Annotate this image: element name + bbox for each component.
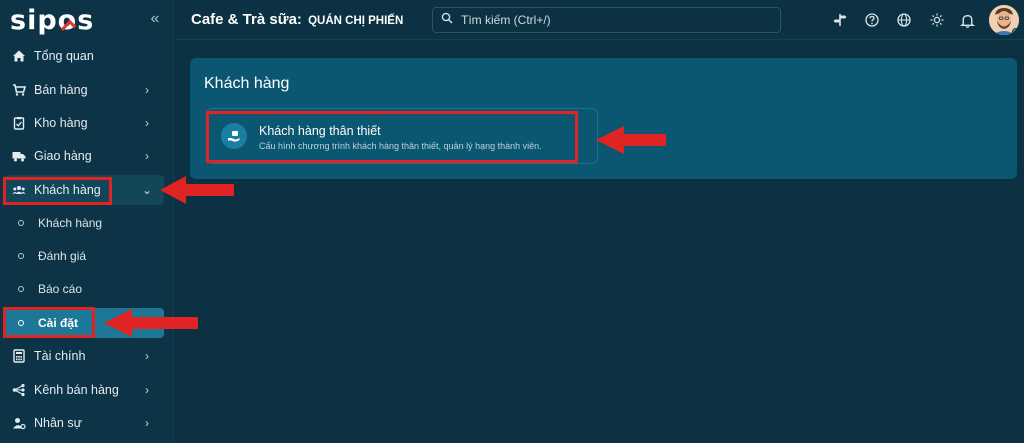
online-status-dot [1012,28,1019,35]
sidebar: sipos « Tổng quan Bán hàng › Kho hàng › … [0,0,174,443]
user-settings-icon [12,416,26,430]
avatar[interactable] [989,5,1019,35]
sidebar-subitem-khach-hang[interactable]: Khách hàng [4,208,164,238]
clipboard-icon [12,116,26,130]
sidebar-item-label: Khách hàng [34,183,101,197]
collapse-sidebar-icon[interactable]: « [146,10,164,28]
circle-bullet-icon [18,320,24,326]
cart-icon [12,83,26,97]
chevron-right-icon: › [145,149,149,163]
bell-icon[interactable] [958,11,976,29]
sidebar-subitem-bao-cao[interactable]: Báo cáo [4,274,164,304]
sidebar-item-kho-hang[interactable]: Kho hàng › [4,108,164,138]
chevron-right-icon: › [145,83,149,97]
sidebar-item-nhan-su[interactable]: Nhân sự › [4,408,164,438]
sidebar-item-label: Bán hàng [34,83,88,97]
chevron-down-icon: ⌄ [141,183,153,197]
sun-icon[interactable] [928,11,946,29]
sidebar-item-ban-hang[interactable]: Bán hàng › [4,75,164,105]
store-name-label: QUÁN CHỊ PHIẾN [308,15,404,27]
sidebar-subitem-cai-dat[interactable]: Cài đặt [4,308,164,338]
search-icon [441,11,453,29]
users-icon [12,183,26,197]
sidebar-item-label: Tổng quan [34,49,94,63]
sidebar-item-khach-hang[interactable]: Khách hàng ⌄ [4,175,164,205]
page-title: Cafe & Trà sữa: QUÁN CHỊ PHIẾN [191,11,403,28]
network-icon [12,383,26,397]
search-input[interactable]: Tìm kiếm (Ctrl+/) [432,7,781,33]
sidebar-subitem-label: Báo cáo [38,282,83,296]
chevron-right-icon: › [145,349,149,363]
sidebar-subitem-danh-gia[interactable]: Đánh giá [4,241,164,271]
sidebar-item-kenh-ban-hang[interactable]: Kênh bán hàng › [4,375,164,405]
chevron-right-icon: › [145,116,149,130]
sidebar-item-label: Tài chính [34,349,86,363]
circle-bullet-icon [18,253,24,259]
chevron-right-icon: › [145,383,149,397]
circle-bullet-icon [18,286,24,292]
search-placeholder: Tìm kiếm (Ctrl+/) [461,13,551,27]
sipos-logo[interactable]: sipos [10,6,94,36]
section-title: Khách hàng [204,75,290,92]
tile-description: Cấu hình chương trình khách hàng thân th… [259,141,542,151]
sidebar-subitem-label: Khách hàng [38,216,103,230]
customer-settings-card: Khách hàng Khách hàng thân thiết Cấu hìn… [190,58,1017,179]
circle-bullet-icon [18,220,24,226]
sidebar-item-label: Kho hàng [34,116,88,130]
chevron-right-icon: › [145,416,149,430]
help-icon[interactable] [863,11,881,29]
sidebar-item-label: Nhân sự [34,416,82,430]
truck-icon [12,149,26,163]
loyal-customer-setting-tile[interactable]: Khách hàng thân thiết Cấu hình chương tr… [206,108,598,164]
calculator-icon [12,349,26,363]
sidebar-subitem-label: Cài đặt [38,316,79,330]
signpost-icon[interactable] [831,11,849,29]
sidebar-subitem-label: Đánh giá [38,249,87,263]
globe-icon[interactable] [895,11,913,29]
sidebar-item-label: Giao hàng [34,149,92,163]
home-icon [12,49,26,63]
hand-heart-icon [221,123,247,149]
sidebar-item-label: Kênh bán hàng [34,383,119,397]
sidebar-item-giao-hang[interactable]: Giao hàng › [4,141,164,171]
sidebar-item-tong-quan[interactable]: Tổng quan [4,41,164,71]
tile-title: Khách hàng thân thiết [259,124,381,138]
top-header: Cafe & Trà sữa: QUÁN CHỊ PHIẾN Tìm kiếm … [175,0,1024,40]
store-type-label: Cafe & Trà sữa: [191,11,302,28]
sidebar-item-tai-chinh[interactable]: Tài chính › [4,341,164,371]
